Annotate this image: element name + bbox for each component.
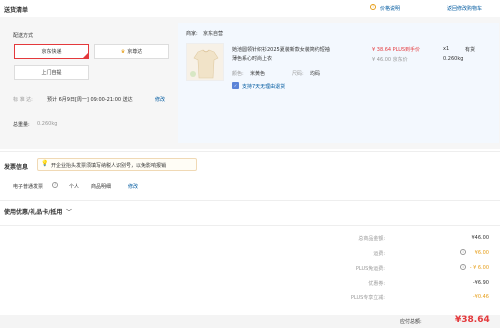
summary-label: 优惠券: bbox=[368, 281, 385, 287]
summary-label: 总商品金额: bbox=[358, 236, 385, 242]
lightbulb-icon: 💡 bbox=[41, 160, 49, 167]
delivery-time-label: 标 准 达: bbox=[13, 97, 33, 103]
blouse-thumbnail-icon bbox=[187, 44, 223, 80]
delivery-option-pickup[interactable]: 上门自提 bbox=[14, 65, 89, 80]
total-bar bbox=[0, 315, 500, 328]
summary-row: PLUS专享立减: -¥0.46 bbox=[300, 294, 495, 306]
summary-value: -¥0.46 bbox=[472, 294, 489, 300]
product-stock-status: 有货 bbox=[465, 47, 476, 53]
summary-value: ¥46.00 bbox=[471, 235, 490, 241]
delivery-option-label: 上门自提 bbox=[41, 70, 62, 76]
summary-value: ¥6.00 bbox=[474, 250, 489, 256]
delivery-section-label: 配送方式 bbox=[13, 33, 34, 39]
weight-label: 总重量: bbox=[13, 122, 30, 128]
freight-info-icon[interactable]: i bbox=[460, 249, 466, 256]
coupon-toggle[interactable]: 使用优惠/礼品卡/抵用 ﹀ bbox=[4, 207, 72, 216]
invoice-title: 发票信息 bbox=[4, 164, 29, 171]
product-original-price: ¥ 46.00 京东价 bbox=[372, 57, 408, 63]
return-policy-text[interactable]: 支持7天无理由退货 bbox=[242, 83, 285, 90]
summary-label: PLUS专享立减: bbox=[350, 295, 385, 301]
summary-row: 优惠券: -¥6.90 bbox=[300, 280, 495, 292]
product-color-label: 颜色: bbox=[232, 71, 244, 77]
product-title-line2[interactable]: 薄色系心时尚上衣 bbox=[232, 55, 272, 62]
selected-corner-icon bbox=[82, 52, 89, 59]
product-title-line1[interactable]: 她池圆领针织衫2025夏装新款女装简约短袖 bbox=[232, 46, 330, 53]
invoice-modify-link[interactable]: 修改 bbox=[128, 183, 138, 190]
weight-value: 0.260kg bbox=[37, 121, 58, 127]
invoice-type-help-icon[interactable]: ? bbox=[52, 182, 58, 189]
summary-row: PLUS免运费: i - ¥ 6.00 bbox=[300, 264, 495, 277]
summary-row: 运费: i ¥6.00 bbox=[300, 249, 495, 262]
merchant-name: 京东自营 bbox=[203, 31, 224, 37]
summary-row: 总商品金额: ¥46.00 bbox=[300, 235, 495, 247]
merchant-label: 商家: bbox=[186, 31, 198, 37]
product-size-label: 尺码: bbox=[292, 71, 304, 77]
total-amount: ¥38.64 bbox=[455, 315, 490, 325]
invoice-type: 电子普通发票 bbox=[13, 184, 44, 190]
summary-label: 运费: bbox=[373, 251, 385, 257]
product-image[interactable] bbox=[186, 43, 224, 81]
summary-value: -¥6.90 bbox=[472, 280, 489, 286]
summary-value: - ¥ 6.00 bbox=[469, 265, 489, 271]
invoice-target: 个人 bbox=[69, 184, 80, 190]
total-label: 应付总额: bbox=[400, 319, 422, 325]
product-size-value: 均码 bbox=[310, 71, 321, 77]
product-weight: 0.260kg bbox=[443, 56, 464, 62]
chevron-down-icon: ﹀ bbox=[65, 209, 72, 216]
delivery-time-modify-link[interactable]: 修改 bbox=[155, 96, 165, 103]
delivery-option-label: 京东快递 bbox=[41, 49, 62, 55]
summary-label: PLUS免运费: bbox=[355, 266, 385, 272]
goods-panel bbox=[178, 23, 499, 143]
product-quantity: x1 bbox=[443, 46, 450, 52]
section-title: 送货清单 bbox=[4, 7, 29, 14]
plus-freight-info-icon[interactable]: i bbox=[460, 264, 466, 271]
section-divider bbox=[0, 225, 500, 226]
invoice-content: 商品明细 bbox=[91, 184, 112, 190]
product-price: ¥ 38.64 PLUS到手价 bbox=[372, 47, 421, 53]
delivery-option-jingzunda[interactable]: ♛ 京尊达 bbox=[94, 44, 169, 59]
crown-icon: ♛ bbox=[120, 48, 126, 55]
delivery-option-jd-express[interactable]: 京东快递 bbox=[14, 44, 89, 59]
invoice-notice-text: 开企业抬头发票须填写纳税人识别号，以免影响报销 bbox=[51, 163, 167, 169]
return-policy-icon: ✓ bbox=[232, 82, 239, 89]
delivery-option-label: 京尊达 bbox=[127, 49, 143, 55]
delivery-time-value: 预计 6月9日[周一] 09:00-21:00 送达 bbox=[47, 97, 133, 103]
section-divider bbox=[0, 151, 500, 152]
coupon-title: 使用优惠/礼品卡/抵用 bbox=[4, 209, 63, 216]
back-to-cart-link[interactable]: 返回修改购物车 bbox=[447, 5, 482, 12]
price-note-link[interactable]: 价格说明 bbox=[380, 5, 400, 12]
info-icon: ! bbox=[370, 4, 376, 11]
section-divider bbox=[0, 200, 500, 201]
product-color-value: 米黄色 bbox=[250, 71, 266, 77]
